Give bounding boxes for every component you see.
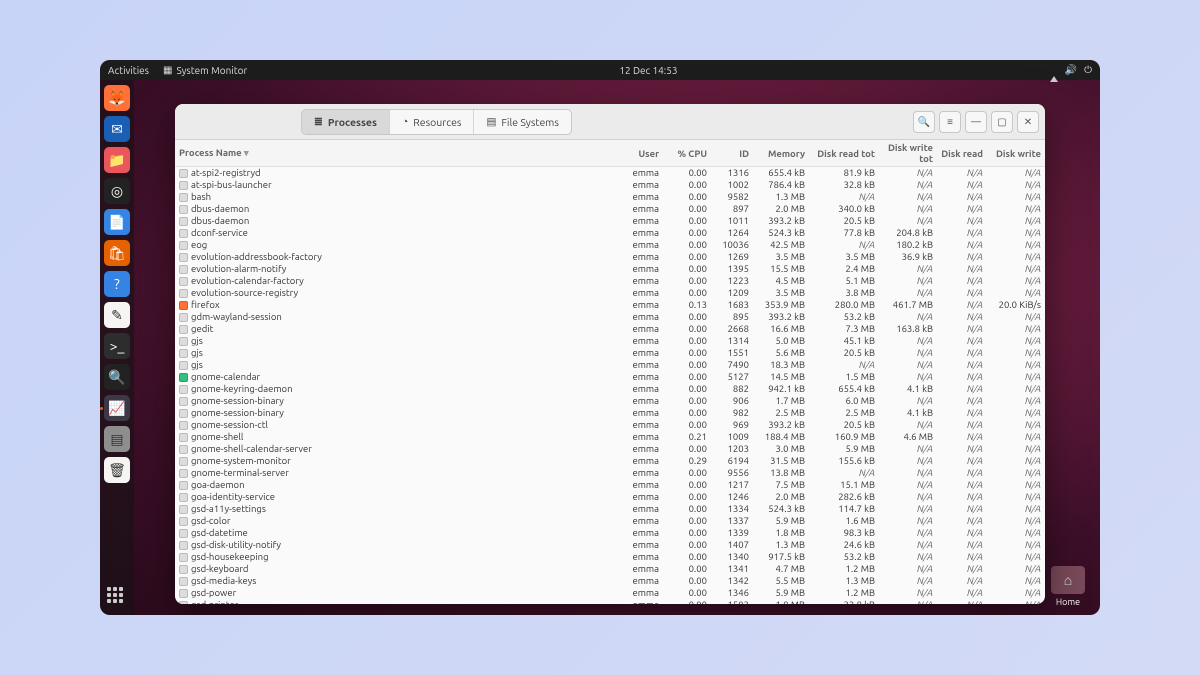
dock-text-editor[interactable]: ✎ xyxy=(104,302,130,328)
process-row[interactable]: gsd-coloremma0.0013375.9 MB1.6 MBN/AN/AN… xyxy=(175,515,1045,527)
dock-help[interactable]: ? xyxy=(104,271,130,297)
process-row[interactable]: gjsemma0.0015515.6 MB20.5 kBN/AN/AN/ANor… xyxy=(175,347,1045,359)
process-row[interactable]: gsd-poweremma0.0013465.9 MB1.2 MBN/AN/AN… xyxy=(175,587,1045,599)
process-row[interactable]: evolution-source-registryemma0.0012093.5… xyxy=(175,287,1045,299)
system-monitor-icon: ▦ xyxy=(163,64,172,76)
resources-icon: ◔ xyxy=(402,115,408,128)
minimize-button[interactable]: — xyxy=(965,111,987,133)
column-header[interactable]: Disk write xyxy=(987,140,1045,167)
process-row[interactable]: gnome-shell-calendar-serveremma0.0012033… xyxy=(175,443,1045,455)
show-apps-button[interactable] xyxy=(104,584,130,610)
process-table[interactable]: Process Name ▾User% CPUIDMemoryDisk read… xyxy=(175,140,1045,604)
column-header[interactable]: Process Name ▾ xyxy=(175,140,615,167)
search-button[interactable]: 🔍 xyxy=(913,111,935,133)
process-row[interactable]: dbus-daemonemma0.008972.0 MB340.0 kBN/AN… xyxy=(175,203,1045,215)
tab-resources[interactable]: ◔Resources xyxy=(390,110,475,134)
process-row[interactable]: gsd-a11y-settingsemma0.001334524.3 kB114… xyxy=(175,503,1045,515)
column-header[interactable]: Disk read xyxy=(937,140,987,167)
process-row[interactable]: gnome-session-binaryemma0.009822.5 MB2.5… xyxy=(175,407,1045,419)
gnome-topbar: Activities ▦System Monitor 12 Dec 14:53 … xyxy=(100,60,1100,80)
dock-system-monitor[interactable]: 📈 xyxy=(104,395,130,421)
system-tray[interactable]: 🔊 ⏻ xyxy=(1050,64,1092,76)
process-row[interactable]: eogemma0.001003642.5 MBN/A180.2 kBN/AN/A… xyxy=(175,239,1045,251)
column-header[interactable]: ID xyxy=(711,140,753,167)
ubuntu-desktop: Activities ▦System Monitor 12 Dec 14:53 … xyxy=(100,60,1100,615)
dock-writer[interactable]: 📄 xyxy=(104,209,130,235)
activities-button[interactable]: Activities xyxy=(108,65,149,76)
home-desktop-icon[interactable]: ⌂ Home xyxy=(1051,566,1085,607)
window-titlebar: ≣Processes◔Resources▤File Systems 🔍 ≡ — … xyxy=(175,104,1045,140)
process-row[interactable]: evolution-addressbook-factoryemma0.00126… xyxy=(175,251,1045,263)
maximize-button[interactable]: ▢ xyxy=(991,111,1013,133)
dock-files[interactable]: 📁 xyxy=(104,147,130,173)
process-row[interactable]: at-spi2-registrydemma0.001316655.4 kB81.… xyxy=(175,167,1045,179)
column-header[interactable]: Disk read tot xyxy=(809,140,879,167)
column-header[interactable]: Disk write tot xyxy=(879,140,937,167)
process-row[interactable]: gnome-calendaremma0.00512714.5 MB1.5 MBN… xyxy=(175,371,1045,383)
process-row[interactable]: gnome-system-monitoremma0.29619431.5 MB1… xyxy=(175,455,1045,467)
process-row[interactable]: dbus-daemonemma0.001011393.2 kB20.5 kBN/… xyxy=(175,215,1045,227)
process-row[interactable]: dconf-serviceemma0.001264524.3 kB77.8 kB… xyxy=(175,227,1045,239)
dock-disks[interactable]: ▤ xyxy=(104,426,130,452)
process-row[interactable]: gsd-datetimeemma0.0013391.8 MB98.3 kBN/A… xyxy=(175,527,1045,539)
process-row[interactable]: gjsemma0.00749018.3 MBN/AN/AN/AN/ANormal xyxy=(175,359,1045,371)
system-monitor-window: ≣Processes◔Resources▤File Systems 🔍 ≡ — … xyxy=(175,104,1045,604)
dock-rhythmbox[interactable]: ◎ xyxy=(104,178,130,204)
close-button[interactable]: ✕ xyxy=(1017,111,1039,133)
tab-filesystems[interactable]: ▤File Systems xyxy=(474,110,570,134)
process-row[interactable]: gsd-printeremma0.0015031.8 MB32.8 kBN/AN… xyxy=(175,599,1045,605)
home-folder-icon: ⌂ xyxy=(1051,566,1085,594)
process-row[interactable]: evolution-calendar-factoryemma0.0012234.… xyxy=(175,275,1045,287)
process-row[interactable]: evolution-alarm-notifyemma0.00139515.5 M… xyxy=(175,263,1045,275)
filesystems-icon: ▤ xyxy=(486,115,496,128)
dock-firefox[interactable]: 🦊 xyxy=(104,85,130,111)
process-row[interactable]: geditemma0.00266816.6 MB7.3 MB163.8 kBN/… xyxy=(175,323,1045,335)
process-row[interactable]: goa-daemonemma0.0012177.5 MB15.1 MBN/AN/… xyxy=(175,479,1045,491)
process-row[interactable]: gsd-housekeepingemma0.001340917.5 kB53.2… xyxy=(175,551,1045,563)
column-header[interactable]: % CPU xyxy=(663,140,711,167)
processes-icon: ≣ xyxy=(314,115,323,128)
process-row[interactable]: bashemma0.0095821.3 MBN/AN/AN/AN/ANormal xyxy=(175,191,1045,203)
dock-magnifier[interactable]: 🔍 xyxy=(104,364,130,390)
process-row[interactable]: at-spi-bus-launcheremma0.001002786.4 kB3… xyxy=(175,179,1045,191)
process-row[interactable]: gnome-session-ctlemma0.00969393.2 kB20.5… xyxy=(175,419,1045,431)
process-row[interactable]: gsd-keyboardemma0.0013414.7 MB1.2 MBN/AN… xyxy=(175,563,1045,575)
process-row[interactable]: gnome-keyring-daemonemma0.00882942.1 kB6… xyxy=(175,383,1045,395)
process-row[interactable]: firefoxemma0.131683353.9 MB280.0 MB461.7… xyxy=(175,299,1045,311)
app-menu[interactable]: ▦System Monitor xyxy=(163,64,247,76)
power-icon: ⏻ xyxy=(1084,64,1092,76)
dock-software[interactable]: 🛍 xyxy=(104,240,130,266)
process-row[interactable]: gsd-media-keysemma0.0013425.5 MB1.3 MBN/… xyxy=(175,575,1045,587)
view-switcher: ≣Processes◔Resources▤File Systems xyxy=(301,109,572,135)
dock: 🦊 ✉ 📁 ◎ 📄 🛍? ✎ >_ 🔍 📈 ▤ 🗑 xyxy=(100,80,134,615)
column-header[interactable]: User xyxy=(615,140,663,167)
process-row[interactable]: gnome-shellemma0.211009188.4 MB160.9 MB4… xyxy=(175,431,1045,443)
dock-trash[interactable]: 🗑 xyxy=(104,457,130,483)
column-header[interactable]: Memory xyxy=(753,140,809,167)
clock[interactable]: 12 Dec 14:53 xyxy=(247,65,1049,76)
dock-thunderbird[interactable]: ✉ xyxy=(104,116,130,142)
process-row[interactable]: gnome-terminal-serveremma0.00955613.8 MB… xyxy=(175,467,1045,479)
process-row[interactable]: gnome-session-binaryemma0.009061.7 MB6.0… xyxy=(175,395,1045,407)
volume-icon: 🔊 xyxy=(1065,64,1077,76)
process-row[interactable]: gdm-wayland-sessionemma0.00895393.2 kB53… xyxy=(175,311,1045,323)
dock-terminal[interactable]: >_ xyxy=(104,333,130,359)
menu-button[interactable]: ≡ xyxy=(939,111,961,133)
process-row[interactable]: gjsemma0.0013145.0 MB45.1 kBN/AN/AN/ANor… xyxy=(175,335,1045,347)
process-row[interactable]: gsd-disk-utility-notifyemma0.0014071.3 M… xyxy=(175,539,1045,551)
network-icon xyxy=(1050,65,1058,76)
tab-processes[interactable]: ≣Processes xyxy=(302,110,390,134)
process-row[interactable]: goa-identity-serviceemma0.0012462.0 MB28… xyxy=(175,491,1045,503)
